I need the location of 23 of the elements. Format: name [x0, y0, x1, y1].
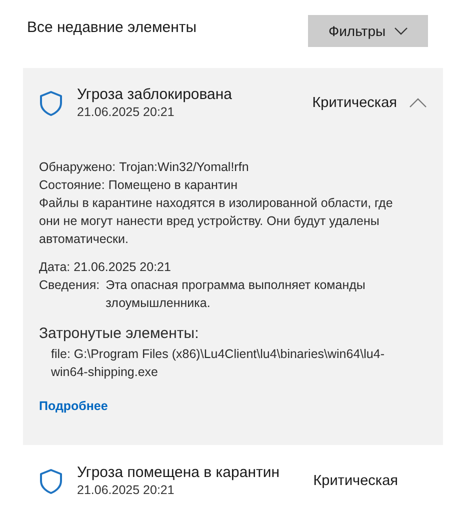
description-text: Файлы в карантине находятся в изолированной области, где они не могут нанести вред устройству. Они будут удалены автоматически.: [39, 195, 394, 248]
threat-title: Угроза помещена в карантин: [77, 463, 281, 482]
chevron-down-icon: [394, 27, 408, 35]
filters-button[interactable]: Фильтры: [308, 15, 428, 47]
severity-label: Критическая: [312, 95, 397, 111]
info-label: Сведения:: [39, 277, 100, 294]
shield-icon: [39, 90, 63, 116]
more-link[interactable]: Подробнее: [39, 397, 108, 415]
info-text: Эта опасная программа выполняет команды злоумышленника.: [106, 277, 366, 312]
threat-row[interactable]: Угроза помещена в карантин 21.06.2025 20:21 Критическая: [39, 445, 427, 509]
threat-title: Угроза заблокирована: [77, 85, 234, 104]
file-path: file: G:\Program Files (x86)\Lu4Client\lu4\binaries\win64\lu4-win64-shipping.exe: [50, 346, 386, 381]
severity-label: Критическая: [313, 473, 398, 489]
threat-row[interactable]: Угроза заблокирована 21.06.2025 20:21 Критическая: [39, 68, 427, 138]
detail-line: Состояние: Помещено в карантин: [39, 177, 238, 194]
threat-date: 21.06.2025 20:21: [77, 482, 176, 499]
detail-line: Обнаружено: Trojan:Win32/Yomal!rfn: [39, 159, 250, 176]
page-title: Все недавние элементы: [27, 19, 197, 36]
threat-date: 21.06.2025 20:21: [77, 104, 176, 121]
date-line: Дата: 21.06.2025 20:21: [39, 259, 172, 276]
affected-heading: Затронутые элементы:: [39, 324, 200, 344]
collapse-chevron-icon[interactable]: [409, 98, 427, 108]
shield-icon: [39, 468, 63, 494]
